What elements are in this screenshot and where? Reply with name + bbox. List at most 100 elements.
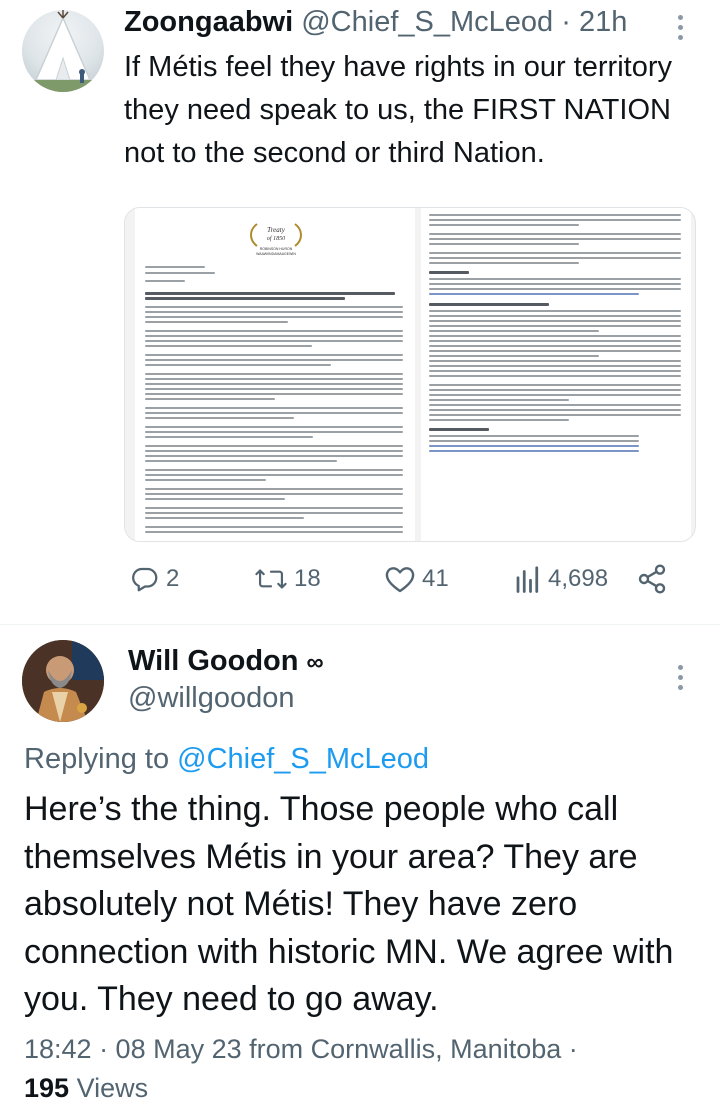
document-text-line (429, 404, 681, 406)
document-text-line (145, 417, 294, 419)
document-text-line (145, 306, 403, 308)
document-text-line (429, 414, 681, 416)
replying-to-label: Replying to (24, 743, 178, 775)
document-text-line (429, 271, 469, 274)
reply-icon (132, 567, 158, 592)
like-button[interactable]: 41 (384, 562, 449, 596)
more-icon[interactable] (670, 662, 690, 696)
avatar-zoongaabwi[interactable] (22, 10, 104, 92)
user-handle[interactable]: @Chief_S_McLeod (301, 6, 553, 38)
document-text-line (429, 310, 681, 312)
document-text-line (145, 330, 403, 332)
tweet-text: If Métis feel they have rights in our te… (124, 51, 672, 169)
display-name[interactable]: Zoongaabwi (124, 6, 293, 38)
document-text-line (145, 335, 403, 337)
tweet-1[interactable]: Zoongaabwi @Chief_S_McLeod · 21h If Méti… (0, 0, 720, 625)
tweet-divider (0, 624, 720, 625)
document-text-line (429, 440, 639, 442)
document-text-line (429, 243, 579, 245)
document-page-left: Treaty of 1850 ROBINSON HURON WAAWIINDAM… (135, 208, 415, 541)
document-text-line (429, 365, 681, 367)
views-button[interactable]: 4,698 (514, 562, 608, 596)
document-text-line (145, 321, 288, 323)
share-button[interactable] (636, 562, 668, 596)
document-text-line (429, 335, 681, 337)
document-text-line (145, 266, 205, 268)
share-icon (638, 564, 666, 594)
more-icon[interactable] (670, 12, 690, 46)
display-name-text: Will Goodon (128, 645, 299, 677)
retweet-button[interactable]: 18 (254, 562, 321, 596)
document-text-line (429, 435, 639, 437)
document-text-line (429, 330, 599, 332)
reply-button[interactable]: 2 (130, 562, 179, 596)
document-text-line (145, 345, 312, 347)
document-text-line (429, 315, 681, 317)
document-text-line (145, 388, 403, 390)
document-text-line (429, 303, 549, 306)
document-text-line (429, 375, 681, 377)
avatar-will-goodon[interactable] (22, 640, 104, 722)
document-text-line (429, 445, 639, 447)
document-text-line (429, 293, 639, 295)
tweet-media-image[interactable]: Treaty of 1850 ROBINSON HURON WAAWIINDAM… (124, 207, 696, 542)
document-text-line (145, 531, 403, 533)
document-text-line (429, 409, 681, 411)
document-text-line (429, 389, 681, 391)
tweet-text-2: Here’s the thing. Those people who call … (24, 790, 674, 1018)
tweet-timestamp-location[interactable]: 18:42 · 08 May 23 from Cornwallis, Manit… (24, 1034, 578, 1065)
timestamp[interactable]: 21h (579, 6, 627, 38)
document-text-line (429, 370, 681, 372)
document-text-line (429, 252, 681, 254)
tweet-1-action-bar: 2 18 41 4,698 (124, 562, 684, 596)
document-text-line (145, 488, 403, 490)
document-text-line (429, 399, 569, 401)
document-text-line (429, 355, 599, 357)
document-text-line (145, 469, 403, 471)
document-text-line (429, 320, 681, 322)
document-text-line (429, 450, 639, 452)
tweet-1-header: Zoongaabwi @Chief_S_McLeod · 21h (124, 6, 627, 39)
document-text-line (145, 526, 403, 528)
document-text-line (145, 280, 185, 282)
document-text-line (145, 479, 266, 481)
document-text-line (145, 297, 345, 300)
retweet-icon (255, 569, 287, 589)
like-count: 41 (422, 565, 449, 592)
view-count: 195 (24, 1073, 70, 1103)
document-text-line (429, 345, 681, 347)
document-text-line (145, 378, 403, 380)
svg-text:of 1850: of 1850 (267, 235, 285, 242)
replying-to-mention[interactable]: @Chief_S_McLeod (177, 743, 429, 775)
document-text-line (429, 340, 681, 342)
document-text-line (145, 498, 285, 500)
document-text-line (145, 383, 403, 385)
document-text-line (429, 360, 681, 362)
document-text-line (145, 517, 304, 519)
svg-text:Treaty: Treaty (267, 226, 286, 234)
document-text-line (145, 512, 403, 514)
document-text-line (145, 407, 403, 409)
document-text-line (145, 398, 275, 400)
document-text-line (145, 292, 395, 295)
badge-icon: ∞ (306, 649, 324, 676)
user-handle-2[interactable]: @willgoodon (128, 682, 294, 715)
display-name-2[interactable]: Will Goodon ∞ (128, 645, 324, 678)
document-text-line (429, 350, 681, 352)
document-text-line (145, 354, 403, 356)
treaty-logo: Treaty of 1850 ROBINSON HURON WAAWIINDAM… (239, 218, 313, 258)
document-text-line (145, 455, 403, 457)
document-text-line (429, 325, 681, 327)
retweet-count: 18 (294, 565, 321, 592)
document-text-line (429, 428, 489, 431)
tweet-views[interactable]: 195 Views (24, 1073, 148, 1104)
like-icon (385, 567, 415, 593)
document-text-line (429, 278, 681, 280)
document-text-line (429, 238, 681, 240)
document-text-line (145, 450, 403, 452)
document-text-line (429, 224, 579, 226)
reply-count: 2 (166, 565, 180, 592)
document-text-line (429, 219, 681, 221)
document-text-line (145, 340, 403, 342)
svg-text:WAAWIINDAMAAGEWIN: WAAWIINDAMAAGEWIN (256, 252, 296, 256)
